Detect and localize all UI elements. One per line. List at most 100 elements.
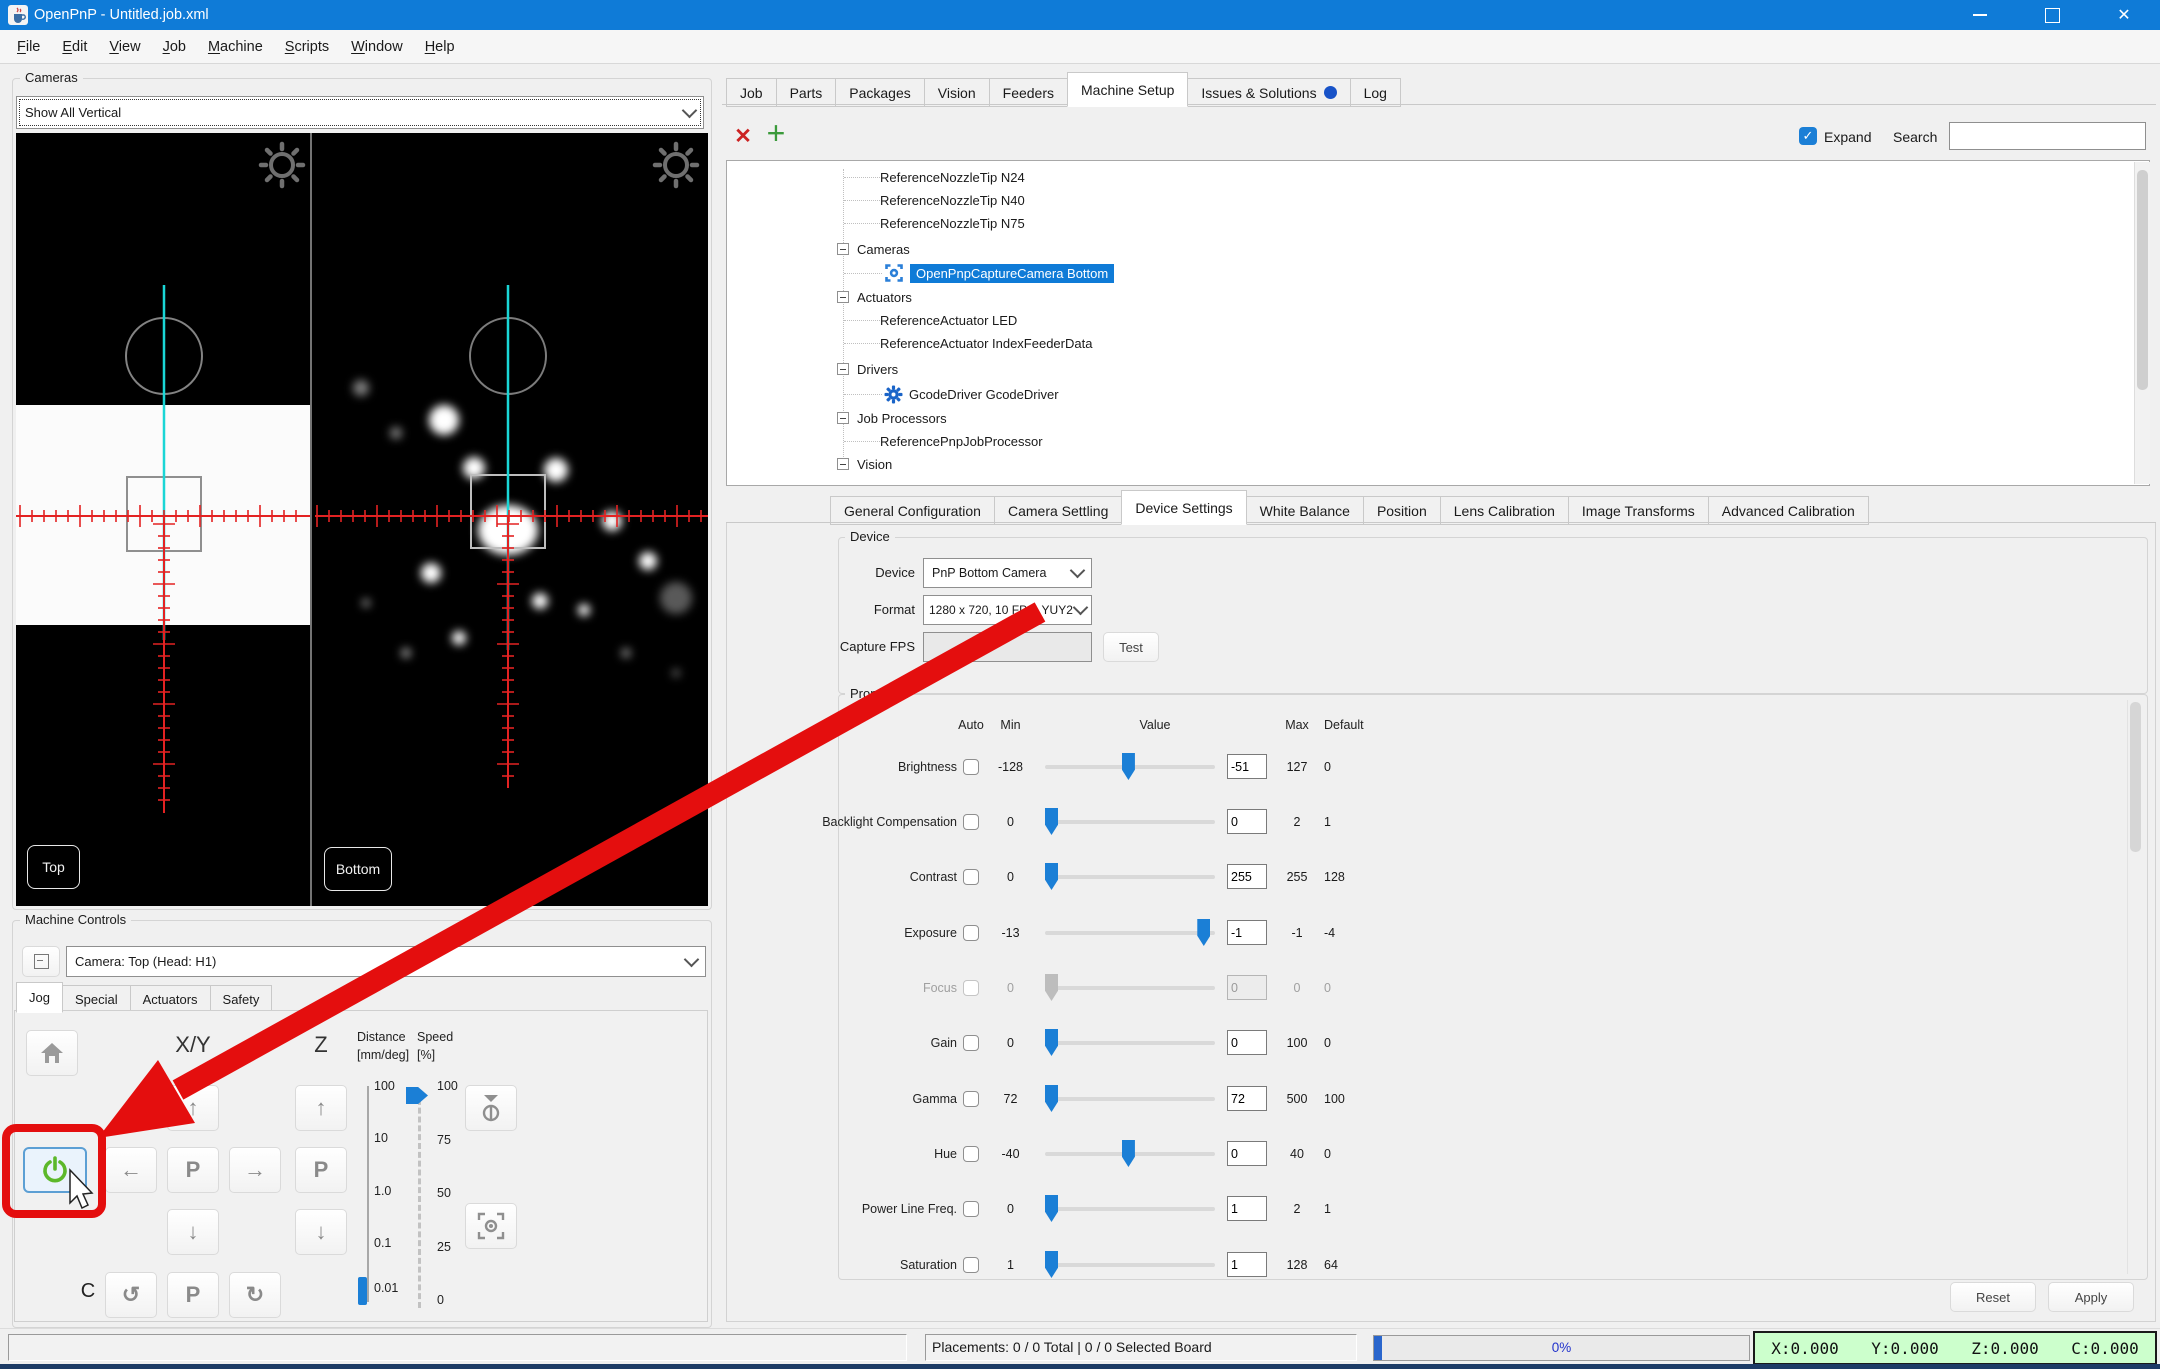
property-value-input[interactable] — [1227, 1086, 1267, 1111]
tree-item-vision[interactable]: Vision — [857, 453, 892, 475]
config-tab-device-settings[interactable]: Device Settings — [1121, 490, 1246, 525]
expand-checkbox[interactable]: ✓ — [1799, 127, 1817, 145]
property-value-input[interactable] — [1227, 920, 1267, 945]
park-z-p-button[interactable]: P — [295, 1147, 347, 1193]
tree-toggle-job-processors[interactable] — [837, 412, 849, 424]
property-slider[interactable] — [1045, 986, 1215, 990]
property-slider[interactable] — [1045, 1263, 1215, 1267]
tree-toggle-cameras[interactable] — [837, 243, 849, 255]
property-slider[interactable] — [1045, 931, 1215, 935]
mc-tab-actuators[interactable]: Actuators — [130, 985, 211, 1013]
reset-button[interactable]: Reset — [1950, 1282, 2036, 1312]
tree-item-referenceactuator-indexfeederdata[interactable]: ReferenceActuator IndexFeederData — [880, 332, 1092, 354]
jog-y-plus-button[interactable]: ↑ — [167, 1085, 219, 1131]
auto-checkbox[interactable] — [963, 814, 979, 830]
config-tab-camera-settling[interactable]: Camera Settling — [994, 496, 1122, 525]
collapse-controls-button[interactable] — [22, 946, 60, 977]
apply-button[interactable]: Apply — [2048, 1282, 2134, 1312]
minimize-button[interactable] — [1949, 0, 2011, 30]
home-button[interactable] — [26, 1030, 78, 1076]
camera-view-selector[interactable]: Show All Vertical — [16, 96, 704, 129]
close-button[interactable]: ✕ — [2093, 0, 2155, 30]
property-slider-thumb[interactable] — [1045, 863, 1058, 890]
delete-item-button[interactable]: ✕ — [730, 122, 756, 150]
property-slider[interactable] — [1045, 875, 1215, 879]
jog-c-cw-button[interactable]: ↻ — [229, 1272, 281, 1318]
tab-vision[interactable]: Vision — [924, 78, 990, 107]
property-slider-thumb[interactable] — [1045, 1085, 1058, 1112]
property-slider-thumb[interactable] — [1122, 753, 1135, 780]
property-value-input[interactable] — [1227, 1030, 1267, 1055]
split-pane-divider[interactable] — [714, 64, 722, 1328]
park-xy-button[interactable]: P — [167, 1147, 219, 1193]
menu-scripts[interactable]: Scripts — [274, 39, 340, 55]
tree-item-actuators[interactable]: Actuators — [857, 286, 912, 308]
mc-tab-jog[interactable]: Jog — [16, 982, 63, 1013]
auto-checkbox[interactable] — [963, 980, 979, 996]
capture-fps-input[interactable] — [923, 632, 1092, 662]
auto-checkbox[interactable] — [963, 1146, 979, 1162]
property-value-input[interactable] — [1227, 754, 1267, 779]
position-camera-button[interactable] — [465, 1203, 517, 1249]
tree-item-drivers[interactable]: Drivers — [857, 358, 898, 380]
add-item-button[interactable]: + — [762, 116, 790, 150]
property-value-input[interactable] — [1227, 809, 1267, 834]
distance-slider-thumb[interactable] — [358, 1277, 367, 1305]
auto-checkbox[interactable] — [963, 1035, 979, 1051]
tab-issues-solutions[interactable]: Issues & Solutions — [1187, 78, 1350, 107]
tab-job[interactable]: Job — [726, 78, 777, 107]
maximize-button[interactable] — [2021, 0, 2083, 30]
speed-slider[interactable] — [418, 1090, 421, 1308]
jog-x-minus-button[interactable]: ← — [105, 1147, 157, 1193]
auto-checkbox[interactable] — [963, 869, 979, 885]
tree-item-openpnpcapturecamera-bottom[interactable]: OpenPnpCaptureCamera Bottom — [884, 262, 1114, 284]
jog-x-plus-button[interactable]: → — [229, 1147, 281, 1193]
property-slider-thumb[interactable] — [1045, 1251, 1058, 1278]
auto-checkbox[interactable] — [963, 1257, 979, 1273]
property-value-input[interactable] — [1227, 1252, 1267, 1277]
tab-parts[interactable]: Parts — [776, 78, 837, 107]
power-button[interactable] — [23, 1147, 87, 1193]
config-tab-lens-calibration[interactable]: Lens Calibration — [1440, 496, 1569, 525]
tab-log[interactable]: Log — [1350, 78, 1401, 107]
property-slider-thumb[interactable] — [1045, 808, 1058, 835]
auto-checkbox[interactable] — [963, 759, 979, 775]
property-slider-thumb[interactable] — [1197, 919, 1210, 946]
menu-window[interactable]: Window — [340, 39, 414, 55]
distance-slider[interactable] — [367, 1086, 369, 1302]
tree-toggle-actuators[interactable] — [837, 291, 849, 303]
search-input[interactable] — [1949, 122, 2146, 150]
property-slider-thumb[interactable] — [1045, 1195, 1058, 1222]
tree-toggle-vision[interactable] — [837, 458, 849, 470]
test-button[interactable]: Test — [1103, 632, 1159, 662]
menu-view[interactable]: View — [98, 39, 151, 55]
property-slider[interactable] — [1045, 1097, 1215, 1101]
property-slider[interactable] — [1045, 1207, 1215, 1211]
mc-tab-safety[interactable]: Safety — [210, 985, 273, 1013]
tab-packages[interactable]: Packages — [835, 78, 924, 107]
jog-z-down-button[interactable]: ↓ — [295, 1209, 347, 1255]
auto-checkbox[interactable] — [963, 1091, 979, 1107]
menu-machine[interactable]: Machine — [197, 39, 274, 55]
park-c-button[interactable]: P — [167, 1272, 219, 1318]
menu-file[interactable]: File — [6, 39, 51, 55]
tree-scrollbar-thumb[interactable] — [2137, 170, 2148, 390]
tree-item-referencepnpjobprocessor[interactable]: ReferencePnpJobProcessor — [880, 430, 1043, 452]
menu-edit[interactable]: Edit — [51, 39, 98, 55]
mc-tab-special[interactable]: Special — [62, 985, 131, 1013]
config-tab-image-transforms[interactable]: Image Transforms — [1568, 496, 1709, 525]
device-select[interactable]: PnP Bottom Camera — [923, 558, 1092, 588]
config-tab-position[interactable]: Position — [1363, 496, 1441, 525]
property-slider[interactable] — [1045, 1152, 1215, 1156]
menu-help[interactable]: Help — [414, 39, 466, 55]
tree-toggle-drivers[interactable] — [837, 363, 849, 375]
property-slider[interactable] — [1045, 820, 1215, 824]
jog-y-minus-button[interactable]: ↓ — [167, 1209, 219, 1255]
tree-item-referenceactuator-led[interactable]: ReferenceActuator LED — [880, 309, 1017, 331]
tree-item-referencenozzletip-n24[interactable]: ReferenceNozzleTip N24 — [880, 166, 1025, 188]
config-tab-advanced-calibration[interactable]: Advanced Calibration — [1708, 496, 1869, 525]
property-value-input[interactable] — [1227, 1196, 1267, 1221]
tree-item-referencenozzletip-n40[interactable]: ReferenceNozzleTip N40 — [880, 189, 1025, 211]
config-tab-white-balance[interactable]: White Balance — [1246, 496, 1364, 525]
property-slider-thumb[interactable] — [1045, 1029, 1058, 1056]
